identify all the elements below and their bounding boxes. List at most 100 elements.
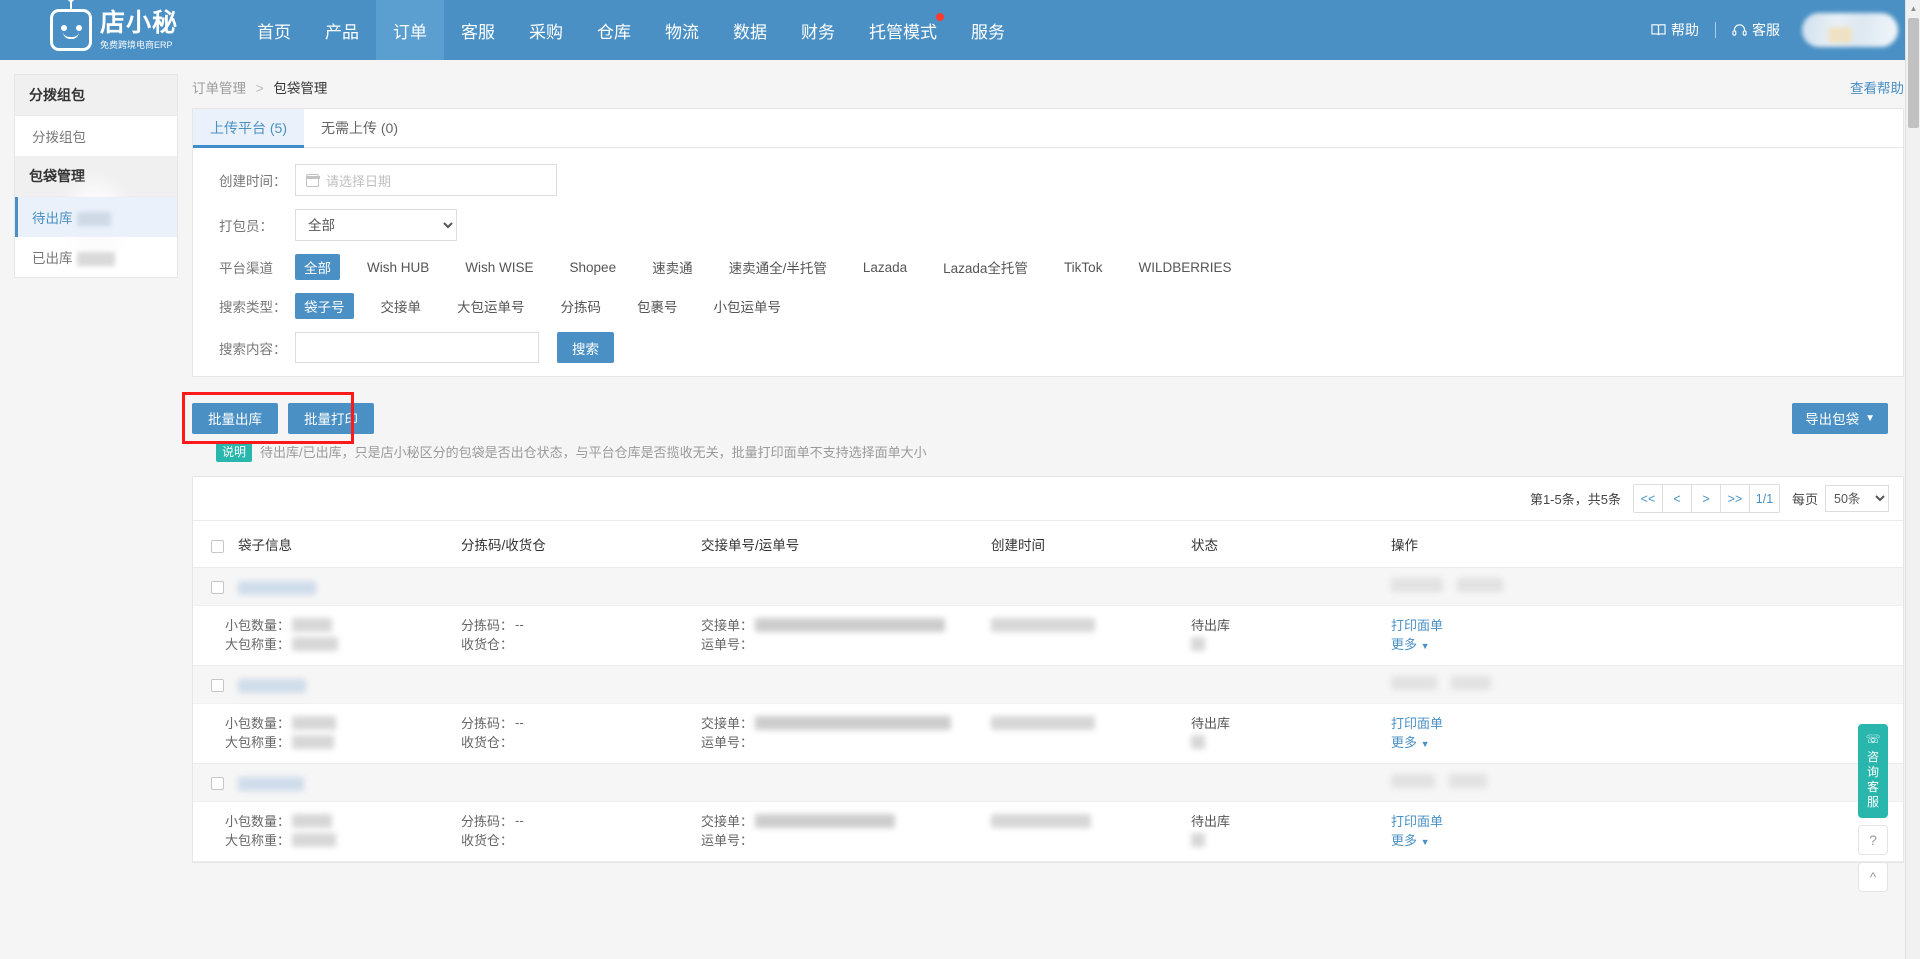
last-page-button[interactable]: >> (1720, 485, 1750, 512)
channel-chip-5[interactable]: 速卖通全/半托管 (720, 254, 836, 280)
nav-item-0[interactable]: 首页 (240, 0, 308, 60)
bag-weight-redacted (292, 734, 335, 749)
table-row-header[interactable] (193, 763, 1903, 802)
channel-chip-0[interactable]: 全部 (295, 254, 340, 280)
nav-item-9[interactable]: 托管模式 (852, 0, 954, 60)
bag-id-cell (193, 665, 1391, 704)
sort-code-value: -- (515, 617, 524, 632)
channel-chip-2[interactable]: Wish WISE (456, 257, 542, 278)
pagination-summary: 第1-5条，共5条 (1529, 492, 1621, 507)
nav-item-label: 产品 (325, 22, 359, 42)
table-row-header[interactable] (193, 567, 1903, 606)
packer-select[interactable]: 全部 (295, 209, 457, 241)
print-label-link[interactable]: 打印面单 (1391, 615, 1903, 634)
chevron-down-icon: ▼ (1420, 739, 1430, 749)
nav-item-4[interactable]: 采购 (512, 0, 580, 60)
sort-code-label: 分拣码： (461, 814, 514, 829)
nav-item-10[interactable]: 服务 (954, 0, 1022, 60)
tab-1[interactable]: 无需上传 (0) (304, 109, 415, 147)
search-button[interactable]: 搜索 (557, 332, 614, 363)
row-action-redacted[interactable] (1391, 676, 1437, 690)
more-actions-link[interactable]: 更多 ▼ (1391, 637, 1430, 652)
print-label-link[interactable]: 打印面单 (1391, 713, 1903, 732)
chevron-down-icon: ▼ (1420, 837, 1430, 847)
tracking-label: 运单号： (701, 833, 754, 848)
per-page-select[interactable]: 20条50条100条 (1825, 485, 1889, 512)
parcel-qty-redacted (292, 617, 333, 632)
subtab-row: 第1-5条，共5条 << < > >> 1/1 每页 20条50条100条 (193, 477, 1903, 521)
scroll-up-arrow[interactable]: ▲ (1906, 0, 1920, 16)
channel-chip-3[interactable]: Shopee (561, 257, 626, 278)
sidebar-item-count-redacted (76, 252, 115, 267)
search-type-chip-5[interactable]: 小包运单号 (705, 293, 791, 319)
search-type-chip-2[interactable]: 大包运单号 (448, 293, 534, 319)
nav-item-6[interactable]: 物流 (648, 0, 716, 60)
channel-chip-1[interactable]: Wish HUB (358, 257, 438, 278)
more-actions-link[interactable]: 更多 ▼ (1391, 833, 1430, 848)
search-input[interactable] (295, 332, 539, 363)
date-placeholder: 请选择日期 (326, 173, 392, 189)
select-all-checkbox[interactable] (211, 539, 224, 553)
sort-code-label: 分拣码： (461, 618, 514, 633)
first-page-button[interactable]: << (1633, 485, 1663, 512)
search-type-chip-3[interactable]: 分拣码 (552, 293, 611, 319)
action-bar: 批量出库 批量打印 导出包袋 ▼ (182, 391, 1904, 445)
floating-customer-service-button[interactable]: ☏ 咨询客服 (1858, 724, 1888, 818)
search-type-chip-1[interactable]: 交接单 (372, 293, 431, 319)
breadcrumb-separator: > (255, 81, 264, 96)
floating-help-button[interactable]: ? (1858, 825, 1888, 855)
scrollbar-thumb[interactable] (1908, 18, 1919, 128)
prev-page-button[interactable]: < (1662, 485, 1692, 512)
channel-chip-7[interactable]: Lazada全托管 (934, 254, 1037, 280)
breadcrumb-parent[interactable]: 订单管理 (192, 81, 246, 96)
sidebar-item-0-0[interactable]: 分拨组包 (15, 116, 177, 156)
search-type-chip-0[interactable]: 袋子号 (295, 293, 354, 319)
column-header-1: 分拣码/收货仓 (461, 521, 701, 568)
page-scrollbar[interactable]: ▲ (1905, 0, 1920, 959)
channel-chip-4[interactable]: 速卖通 (643, 254, 702, 280)
brand-logo[interactable]: 店小秘 免费跨境电商ERP (50, 9, 240, 51)
warehouse-label: 收货仓： (461, 637, 514, 652)
bag-info-cell: 小包数量： 大包称重： (193, 801, 461, 862)
nav-item-7[interactable]: 数据 (716, 0, 784, 60)
next-page-button[interactable]: > (1691, 485, 1721, 512)
channel-chip-6[interactable]: Lazada (854, 257, 916, 278)
row-action-redacted-2[interactable] (1457, 578, 1503, 592)
customer-service-button[interactable]: 客服 (1732, 20, 1780, 40)
nav-item-5[interactable]: 仓库 (580, 0, 648, 60)
batch-outbound-button[interactable]: 批量出库 (192, 402, 278, 434)
nav-item-1[interactable]: 产品 (308, 0, 376, 60)
print-label-link[interactable]: 打印面单 (1391, 811, 1903, 830)
row-action-redacted-2[interactable] (1451, 676, 1491, 690)
status-cell: 待出库 (1191, 801, 1391, 862)
bag-table-panel: 第1-5条，共5条 << < > >> 1/1 每页 20条50条100条 (192, 476, 1904, 863)
nav-item-8[interactable]: 财务 (784, 0, 852, 60)
sidebar-item-1-0[interactable]: 待出库 (15, 197, 177, 237)
more-actions-link[interactable]: 更多 ▼ (1391, 735, 1430, 750)
create-date-input[interactable]: 请选择日期 (295, 164, 557, 196)
row-checkbox[interactable] (211, 777, 224, 791)
nav-item-3[interactable]: 客服 (444, 0, 512, 60)
search-type-chip-4[interactable]: 包裹号 (628, 293, 687, 319)
row-action-redacted-2[interactable] (1449, 774, 1487, 788)
channel-chip-9[interactable]: WILDBERRIES (1129, 257, 1240, 278)
row-action-redacted[interactable] (1391, 578, 1443, 592)
row-checkbox[interactable] (211, 581, 224, 595)
table-row-header[interactable] (193, 665, 1903, 704)
bag-id-cell (193, 763, 1391, 802)
row-checkbox[interactable] (211, 679, 224, 693)
back-to-top-button[interactable]: ^ (1858, 862, 1888, 892)
breadcrumb-row: 订单管理 > 包袋管理 查看帮助 (192, 74, 1904, 100)
view-help-link[interactable]: 查看帮助 (1850, 77, 1904, 97)
nav-item-2[interactable]: 订单 (376, 0, 444, 60)
sidebar-item-1-1[interactable]: 已出库 (15, 237, 177, 277)
batch-print-button[interactable]: 批量打印 (288, 402, 374, 434)
help-button[interactable]: 帮助 (1651, 20, 1699, 40)
row-action-redacted[interactable] (1391, 774, 1435, 788)
channel-chip-8[interactable]: TikTok (1055, 257, 1112, 278)
channel-label: 平台渠道 (219, 261, 273, 276)
tab-0[interactable]: 上传平台 (5) (193, 109, 304, 148)
export-bag-button[interactable]: 导出包袋 ▼ (1792, 402, 1888, 434)
channel-chip-group: 全部 Wish HUB Wish WISE Shopee 速卖通 速卖通全/半托管 Laza… (295, 254, 1258, 280)
user-avatar[interactable] (1802, 13, 1898, 47)
